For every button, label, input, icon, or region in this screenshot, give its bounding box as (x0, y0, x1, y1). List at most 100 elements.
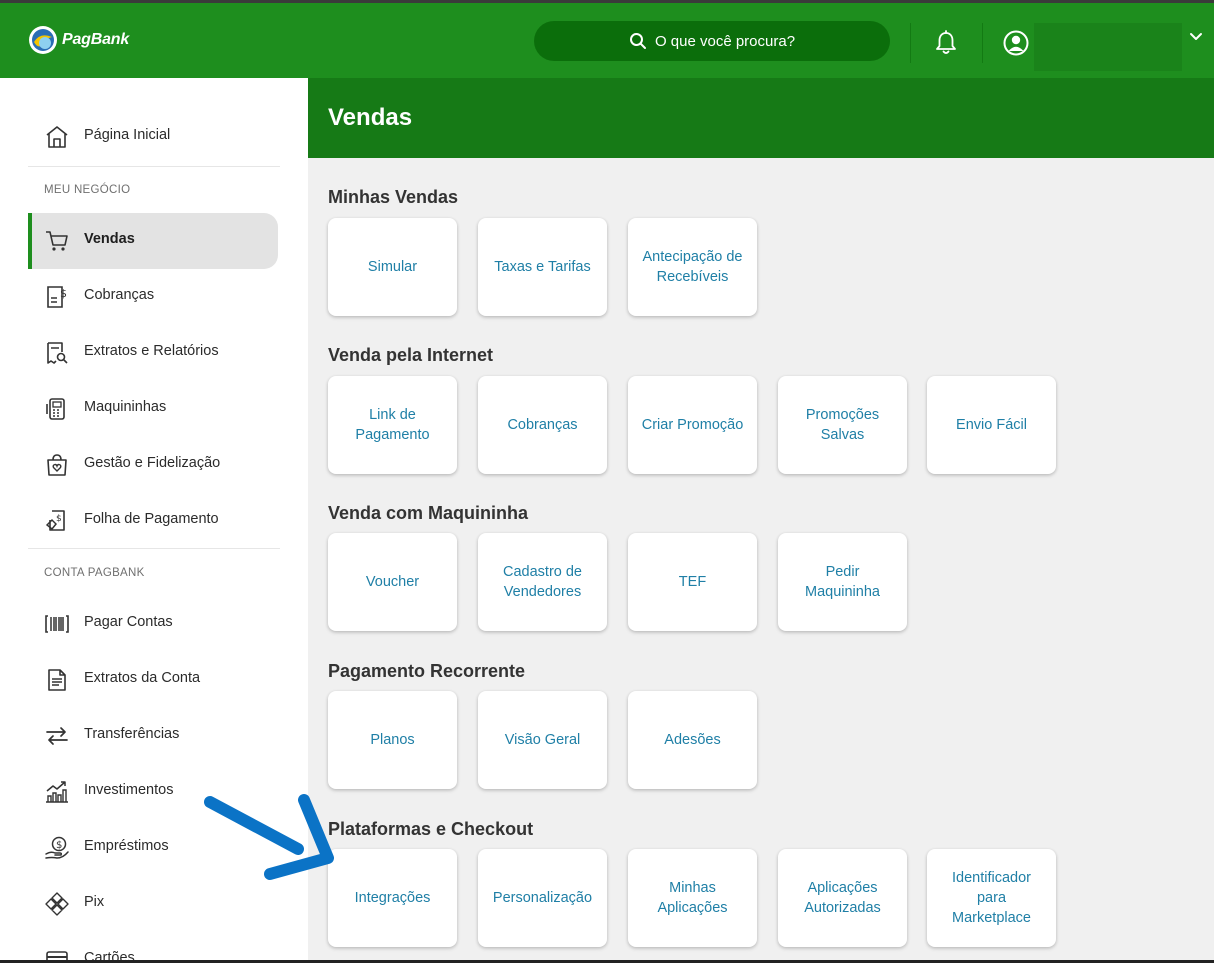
sidebar-item-maquininhas[interactable]: Maquininhas (28, 381, 278, 437)
sidebar-item-extratos-relatorios[interactable]: Extratos e Relatórios (28, 325, 278, 381)
card-minhas-aplicacoes[interactable]: Minhas Aplicações (628, 849, 757, 947)
cart-icon (46, 231, 68, 251)
section-title-venda-maquininha: Venda com Maquininha (328, 503, 529, 523)
user-name-redacted[interactable] (1034, 23, 1182, 71)
shopping-bag-heart-icon (47, 454, 67, 476)
card-simular[interactable]: Simular (328, 218, 457, 316)
card-label: Adesões (664, 732, 721, 748)
header-divider (982, 23, 983, 63)
page-header: Vendas (308, 78, 1214, 158)
card-link-pagamento[interactable]: Link de Pagamento (328, 376, 457, 474)
chevron-down-icon[interactable] (1188, 31, 1204, 43)
sidebar-item-cartoes[interactable]: Cartões (28, 932, 278, 963)
card-label: Taxas e Tarifas (494, 259, 591, 275)
sidebar: Página Inicial MEU NEGÓCIO Vendas $ Cobr… (0, 78, 308, 963)
sidebar-item-label: Cobranças (84, 287, 155, 303)
card-label: Criar Promoção (641, 417, 744, 433)
card-cobrancas[interactable]: Cobranças (478, 376, 607, 474)
card-label: Minhas Aplicações (657, 880, 728, 916)
svg-text:$: $ (56, 840, 62, 851)
pagbank-logo-icon (29, 26, 57, 54)
card-cadastro-vendedores[interactable]: Cadastro de Vendedores (478, 533, 607, 631)
card-label: Envio Fácil (956, 417, 1027, 433)
top-bar: PagBank O que você procura? (0, 0, 1214, 78)
section-title-plataformas-checkout: Plataformas e Checkout (328, 819, 534, 839)
card-integracoes[interactable]: Integrações (328, 849, 457, 947)
invoice-dollar-icon: $ (47, 286, 67, 308)
card-tef[interactable]: TEF (628, 533, 757, 631)
svg-text:$: $ (60, 287, 67, 300)
card-aplicacoes-autorizadas[interactable]: Aplicações Autorizadas (778, 849, 907, 947)
sidebar-divider (28, 548, 280, 549)
sidebar-item-emprestimos[interactable]: $ Empréstimos (28, 820, 278, 876)
sidebar-item-pagar-contas[interactable]: Pagar Contas (28, 596, 278, 652)
chart-growth-icon (46, 781, 68, 803)
card-label: Visão Geral (504, 732, 581, 748)
card-machine-icon (46, 398, 65, 420)
sidebar-item-label: Extratos e Relatórios (84, 343, 219, 359)
card-label: Aplicações Autorizadas (804, 880, 881, 916)
search-bar[interactable]: O que você procura? (534, 21, 890, 61)
card-label: Cadastro de Vendedores (503, 564, 582, 600)
card-planos[interactable]: Planos (328, 691, 457, 789)
card-adesoes[interactable]: Adesões (628, 691, 757, 789)
card-label: Voucher (365, 574, 420, 590)
sidebar-item-investimentos[interactable]: Investimentos (28, 764, 278, 820)
home-icon (46, 126, 68, 148)
hand-coin-icon: $ (45, 836, 69, 859)
card-label: Antecipação de Recebíveis (642, 249, 743, 285)
card-voucher[interactable]: Voucher (328, 533, 457, 631)
barcode-icon (45, 615, 69, 633)
user-avatar-icon[interactable] (1003, 30, 1029, 56)
document-icon (48, 669, 66, 691)
sidebar-item-label: Maquininhas (84, 399, 167, 415)
card-label: Simular (367, 259, 418, 275)
sidebar-item-label: Transferências (84, 726, 180, 742)
sidebar-item-label: Investimentos (84, 782, 174, 798)
payroll-icon: $ (45, 510, 65, 531)
card-label: Planos (370, 732, 415, 748)
page-title: Vendas (328, 104, 413, 131)
brand-name: PagBank (62, 31, 130, 48)
receipt-search-icon (47, 342, 68, 364)
card-criar-promocao[interactable]: Criar Promoção (628, 376, 757, 474)
transfer-arrows-icon (46, 727, 68, 745)
card-pedir-maquininha[interactable]: Pedir Maquininha (778, 533, 907, 631)
sidebar-item-label: Empréstimos (84, 838, 169, 854)
sidebar-item-extratos-conta[interactable]: Extratos da Conta (28, 652, 278, 708)
card-label: Identificador para Marketplace (952, 870, 1031, 926)
pix-icon (45, 892, 69, 916)
sidebar-item-cobrancas[interactable]: $ Cobranças (28, 269, 278, 325)
card-visao-geral[interactable]: Visão Geral (478, 691, 607, 789)
sidebar-item-pix[interactable]: Pix (28, 876, 278, 932)
section-title-minhas-vendas: Minhas Vendas (328, 187, 459, 207)
card-label: Integrações (354, 890, 431, 906)
card-personalizacao[interactable]: Personalização (478, 849, 607, 947)
card-envio-facil[interactable]: Envio Fácil (927, 376, 1056, 474)
card-promocoes-salvas[interactable]: Promoções Salvas (778, 376, 907, 474)
sidebar-item-pagina-inicial[interactable]: Página Inicial (28, 109, 278, 165)
search-placeholder: O que você procura? (654, 32, 796, 50)
sidebar-item-transferencias[interactable]: Transferências (28, 708, 278, 764)
sidebar-item-label: Página Inicial (84, 127, 171, 143)
card-label: TEF (678, 574, 707, 590)
sidebar-item-label: Folha de Pagamento (84, 511, 219, 527)
notifications-bell-icon[interactable] (934, 30, 958, 56)
sidebar-item-gestao-fidelizacao[interactable]: Gestão e Fidelização (28, 437, 278, 493)
sidebar-section-meu-negocio: MEU NEGÓCIO (44, 184, 131, 196)
sidebar-divider (28, 166, 280, 167)
card-label: Personalização (492, 890, 593, 906)
header-divider (910, 23, 911, 63)
sidebar-item-vendas[interactable]: Vendas (28, 213, 278, 269)
sidebar-section-conta-pagbank: CONTA PAGBANK (44, 567, 145, 579)
card-taxas-tarifas[interactable]: Taxas e Tarifas (478, 218, 607, 316)
sidebar-item-folha-pagamento[interactable]: $ Folha de Pagamento (28, 493, 278, 549)
brand-logo-link[interactable]: PagBank (28, 25, 129, 55)
card-identificador-marketplace[interactable]: Identificador para Marketplace (927, 849, 1056, 947)
card-label: Cobranças (507, 417, 578, 433)
sidebar-item-label: Gestão e Fidelização (84, 455, 221, 471)
sidebar-item-label: Vendas (84, 231, 135, 247)
card-antecipacao-recebiveis[interactable]: Antecipação de Recebíveis (628, 218, 757, 316)
card-label: Link de Pagamento (355, 407, 430, 443)
search-icon (629, 33, 646, 49)
